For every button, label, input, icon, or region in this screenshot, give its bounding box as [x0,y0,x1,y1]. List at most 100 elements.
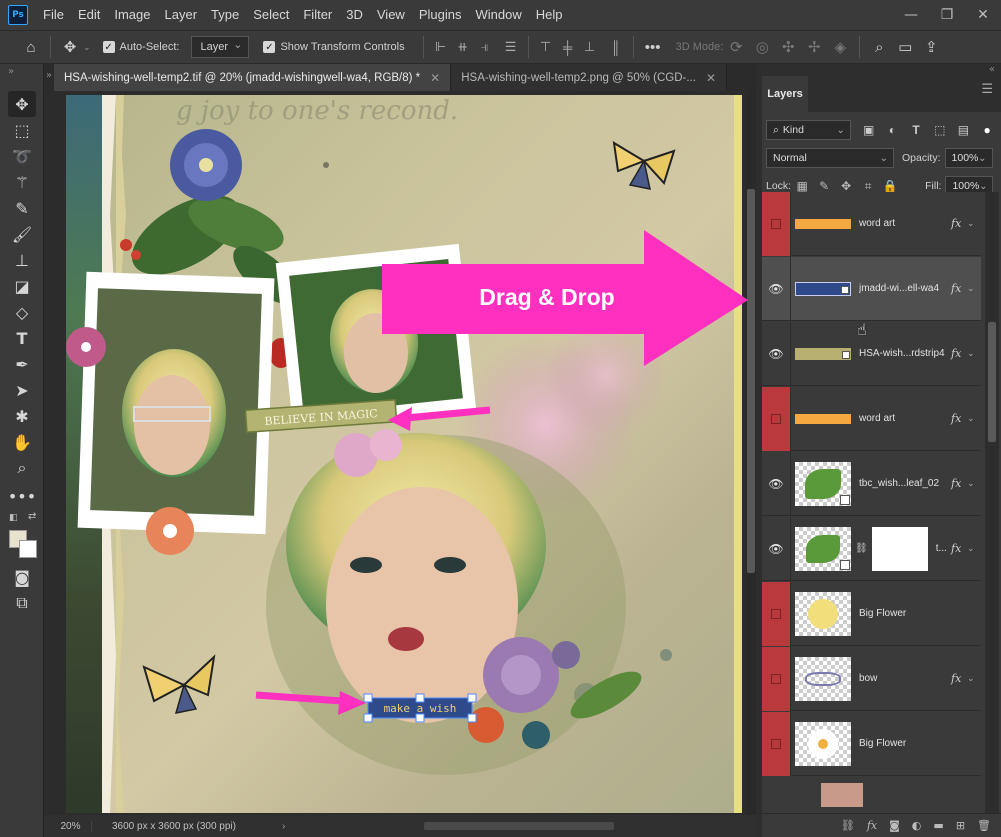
paint-bucket-tool-icon[interactable]: ◇ [8,299,36,325]
filter-toggle-icon[interactable]: ● [977,120,997,140]
eyedropper-tool-icon[interactable]: ✎ [8,195,36,221]
collapse-icon[interactable]: » [8,66,14,77]
layer-thumbnail[interactable] [795,526,851,571]
close-icon[interactable]: ✕ [430,71,440,85]
quick-mask-icon[interactable]: ◙ [8,564,36,590]
eraser-tool-icon[interactable]: ◪ [8,273,36,299]
close-button[interactable]: ✕ [965,0,1001,30]
magic-wand-tool-icon[interactable]: ⚚ [8,169,36,195]
filter-kind-dropdown[interactable]: ⌕ Kind ⌄ [766,120,851,140]
3d-pan-icon[interactable]: ✣ [775,34,801,60]
layer-thumbnail[interactable] [795,332,851,376]
fx-icon[interactable]: fx [951,217,967,230]
more-options-icon[interactable]: ••• [640,34,666,60]
layer-name[interactable]: Big Flower [859,608,981,619]
custom-shape-tool-icon[interactable]: ✱ [8,403,36,429]
screen-mode-icon[interactable]: ⧉ [8,590,36,616]
fx-icon[interactable]: fx [951,347,967,360]
layer-list-scrollbar[interactable] [985,192,999,813]
document-canvas[interactable]: g joy to one's recond. BELIEVE IN MAGIC … [66,95,742,813]
collapse-icon[interactable]: » [44,64,54,91]
brush-tool-icon[interactable]: 🖌 [8,221,36,247]
add-mask-icon[interactable]: ◙ [889,819,900,832]
lock-transparent-icon[interactable]: ▦ [791,179,813,193]
new-layer-icon[interactable]: ⊞ [956,819,965,832]
lasso-tool-icon[interactable]: ➰ [8,143,36,169]
eye-icon[interactable]: 👁 [762,451,791,516]
menu-3d[interactable]: 3D [339,0,370,30]
link-layers-icon[interactable]: ⛓ [841,819,855,832]
lock-all-icon[interactable]: 🔒 [879,179,901,193]
tab-document-2[interactable]: HSA-wishing-well-temp2.png @ 50% (CGD-..… [451,64,727,91]
layer-thumbnail[interactable] [821,783,863,807]
layer-row-leaf-02[interactable]: 👁 tbc_wish...leaf_02 fx ⌄ [762,451,981,516]
layer-row-big-flower-1[interactable]: Big Flower [762,581,981,646]
fx-icon[interactable]: fx [951,542,967,555]
distribute-horizontal-icon[interactable]: ☰ [500,36,522,58]
hand-tool-icon[interactable]: ✋ [8,429,36,455]
layer-name[interactable]: bow [859,673,951,684]
swap-colors-icon[interactable]: ⇄ [28,511,36,522]
visibility-toggle-off[interactable] [762,192,791,256]
layer-thumbnail[interactable] [795,656,851,701]
3d-scale-icon[interactable]: ◈ [827,34,853,60]
horizontal-scrollbar[interactable] [424,822,614,830]
auto-select-target-dropdown[interactable]: Layer [191,36,250,58]
link-icon[interactable]: ⛓ [855,543,868,554]
eye-icon[interactable]: 👁 [762,256,791,321]
menu-view[interactable]: View [370,0,412,30]
chevron-down-icon[interactable]: ⌄ [967,673,981,684]
3d-orbit-icon[interactable]: ⟳ [723,34,749,60]
layer-name[interactable]: tbc_wish...leaf_02 [859,478,951,489]
adjustment-layer-icon[interactable]: ◐ [912,819,922,832]
more-tools-icon[interactable]: ••• [8,483,36,509]
visibility-toggle-off[interactable] [762,581,791,646]
3d-slide-icon[interactable]: ✢ [801,34,827,60]
align-right-icon[interactable]: ⫣ [474,36,496,58]
path-selection-tool-icon[interactable]: ➤ [8,377,36,403]
layer-name[interactable]: word art [859,413,951,424]
menu-plugins[interactable]: Plugins [412,0,469,30]
minimize-button[interactable]: — [893,0,929,30]
pen-tool-icon[interactable]: ✒ [8,351,36,377]
layer-mask-thumbnail[interactable] [871,526,928,571]
align-bottom-icon[interactable]: ⊥ [579,36,601,58]
fx-icon[interactable]: fx [951,282,967,295]
layer-name[interactable]: word art [859,218,951,229]
layer-row-photo[interactable] [762,777,981,813]
distribute-vertical-icon[interactable]: ║ [605,36,627,58]
new-group-icon[interactable]: ▬ [933,819,943,832]
layer-row-jmadd-wishingwell[interactable]: 👁 jmadd-wi...ell-wa4 fx ⌄ [762,256,981,321]
chevron-down-icon[interactable]: ⌄ [967,218,981,229]
3d-roll-icon[interactable]: ◎ [749,34,775,60]
menu-help[interactable]: Help [529,0,570,30]
layer-thumbnail[interactable] [795,591,851,636]
layer-thumbnail[interactable] [795,267,851,311]
background-color-swatch[interactable] [19,540,37,558]
menu-layer[interactable]: Layer [158,0,205,30]
type-tool-icon[interactable]: T [8,325,36,351]
restore-button[interactable]: ❐ [929,0,965,30]
move-tool-preset-icon[interactable]: ✥ [57,34,83,60]
layer-thumbnail[interactable] [795,721,851,766]
close-icon[interactable]: ✕ [706,71,716,85]
lock-pixels-icon[interactable]: ✎ [813,179,835,193]
chevron-down-icon[interactable]: ⌄ [83,42,91,53]
zoom-level[interactable]: 20% [50,820,92,832]
layer-row-bow[interactable]: bow fx ⌄ [762,646,981,711]
layer-row-big-flower-2[interactable]: Big Flower [762,711,981,776]
zoom-tool-icon[interactable]: ⌕ [8,455,36,481]
opacity-input[interactable]: 100% ⌄ [944,148,993,168]
filter-type-icon[interactable]: T [906,120,926,140]
menu-image[interactable]: Image [107,0,157,30]
align-top-icon[interactable]: ⊤ [535,36,557,58]
trash-icon[interactable]: 🗑 [977,819,991,832]
layer-thumbnail[interactable] [795,461,851,506]
align-left-icon[interactable]: ⊩ [430,36,452,58]
workspace-icon[interactable]: ▭ [892,34,918,60]
status-menu-icon[interactable]: › [282,821,285,832]
chevron-down-icon[interactable]: ⌄ [967,543,981,554]
share-icon[interactable]: ⇪ [918,34,944,60]
fx-icon[interactable]: fx [951,412,967,425]
align-center-h-icon[interactable]: ⧺ [452,36,474,58]
